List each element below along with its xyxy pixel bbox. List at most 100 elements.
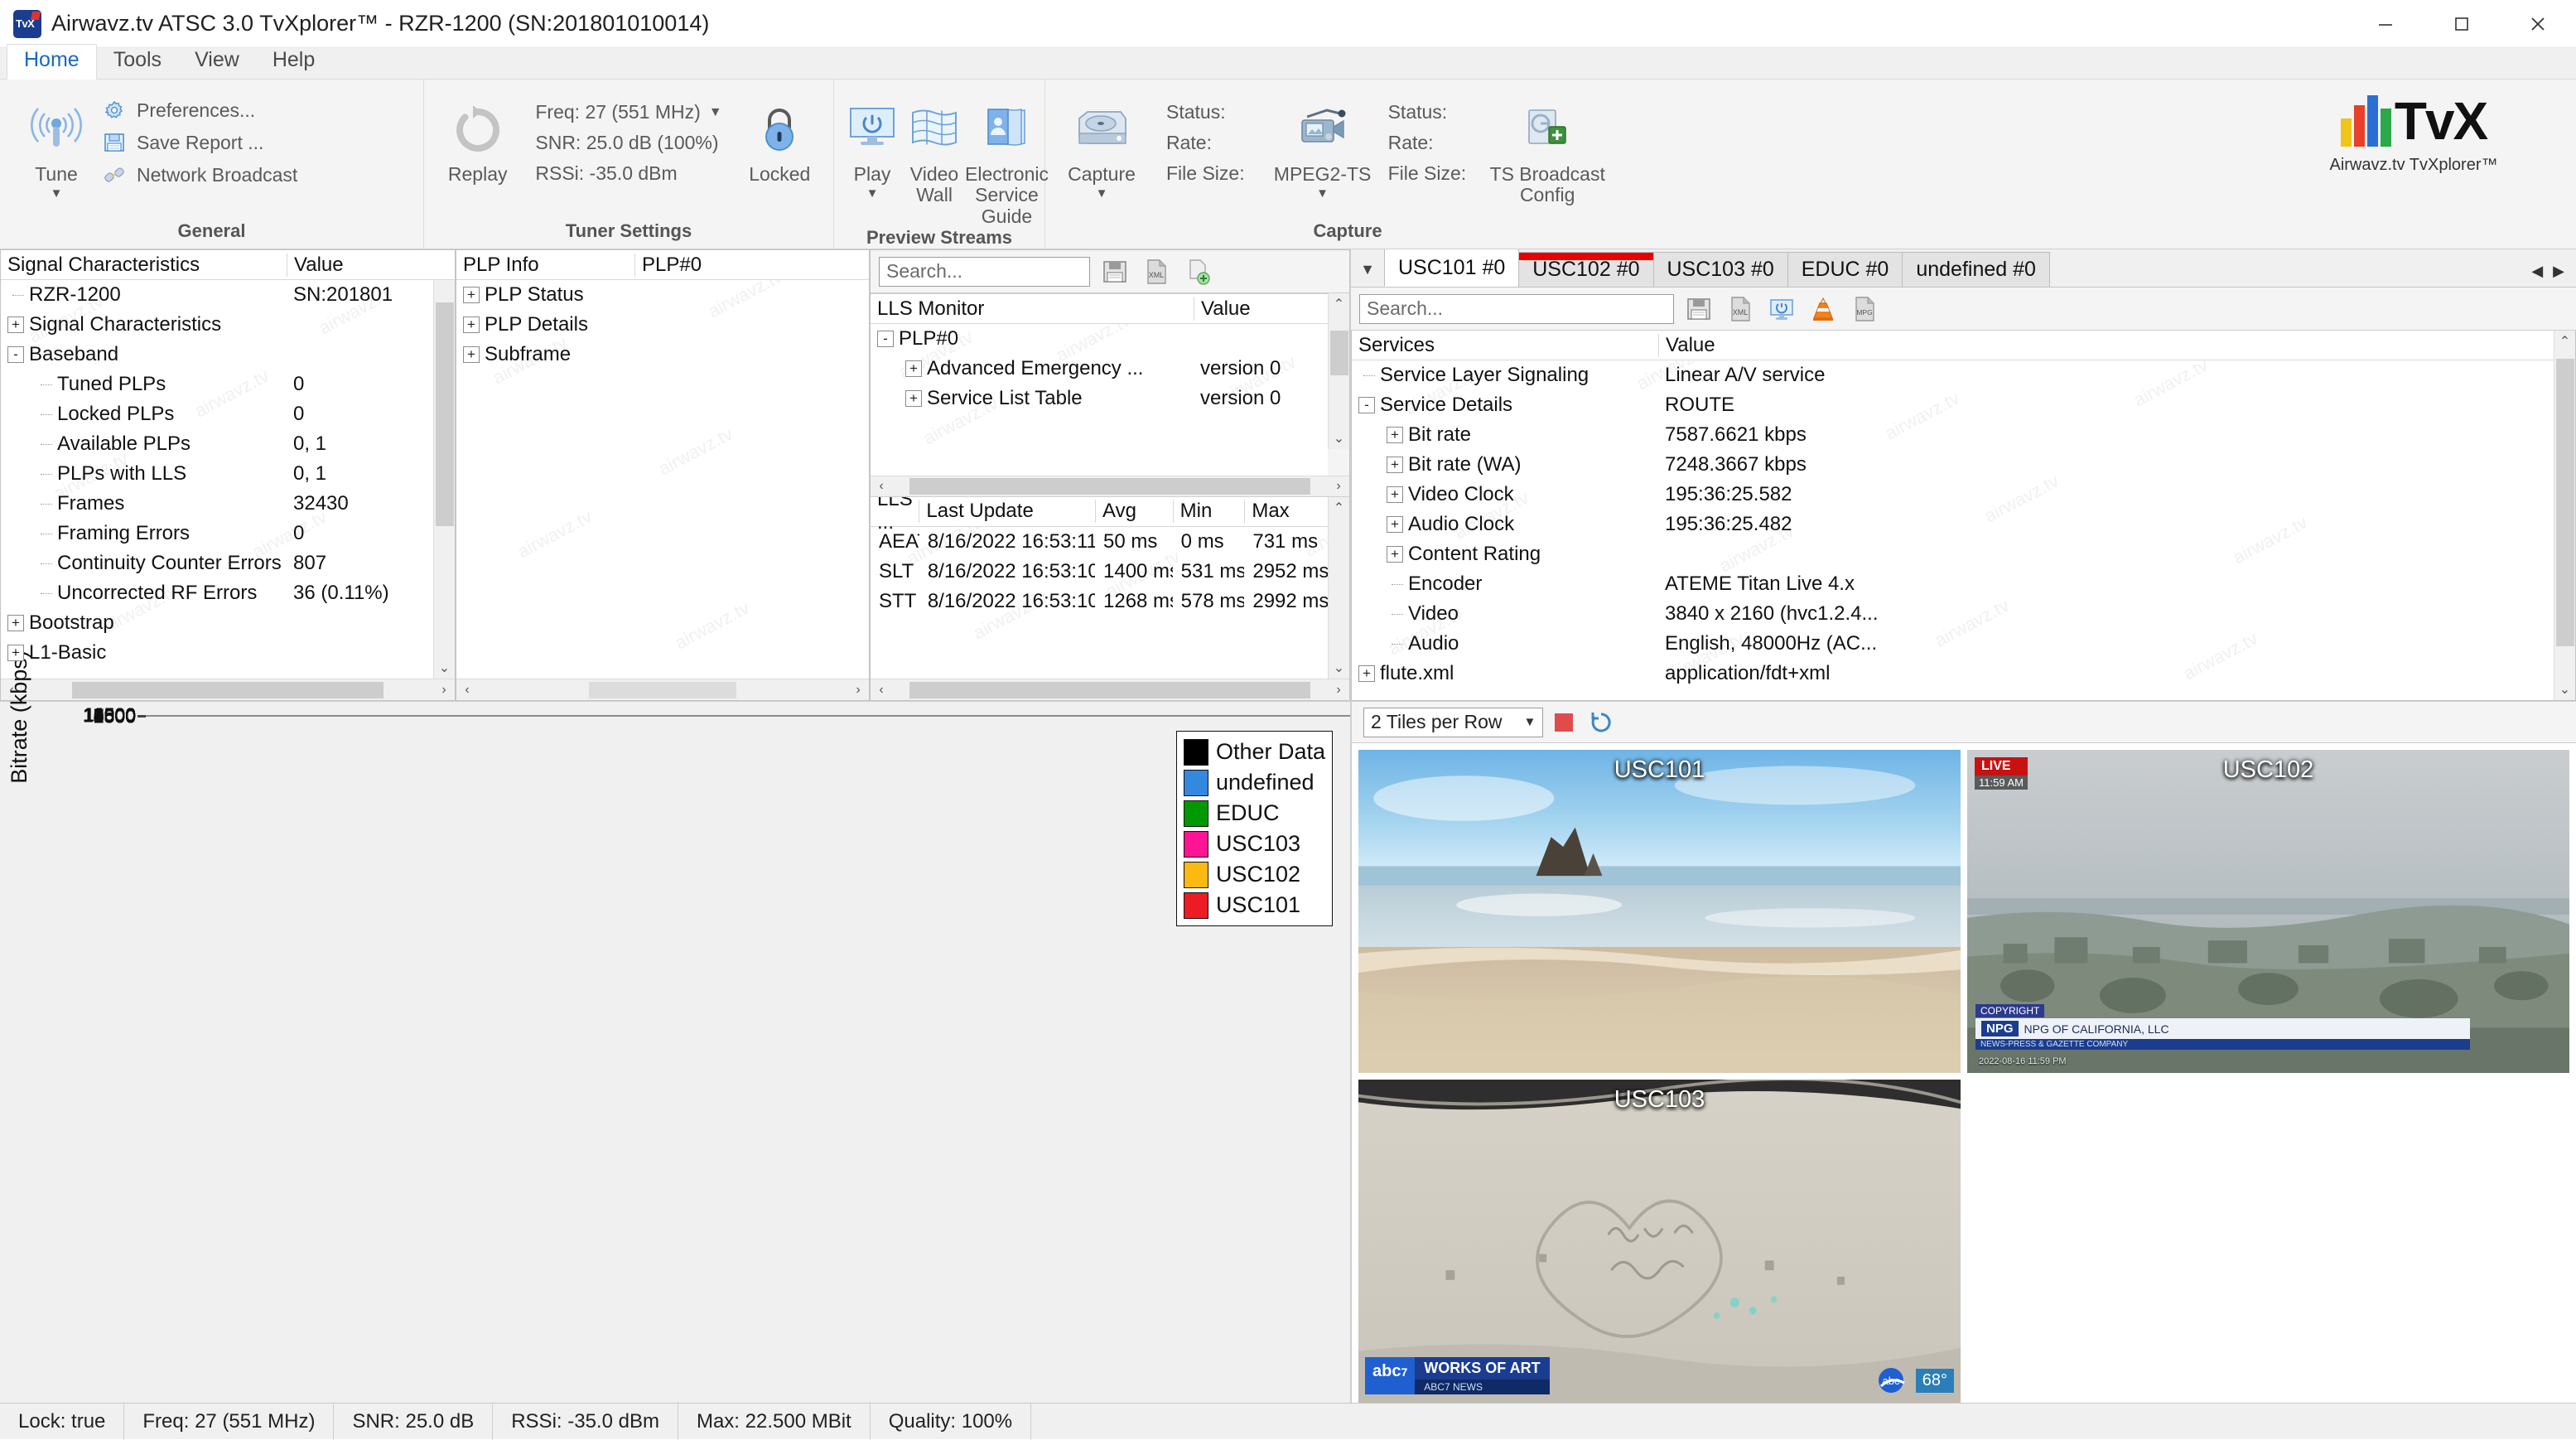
- lls-tree[interactable]: LLS Monitor Value - PLP#0 + Advanced Emerge…: [871, 294, 1328, 443]
- tree-row[interactable]: - Service Details ROUTE: [1352, 390, 2554, 420]
- network-broadcast-button[interactable]: Network Broadcast: [102, 162, 297, 187]
- tree-row[interactable]: Encoder ATEME Titan Live 4.x: [1352, 569, 2554, 599]
- lls-table-col-header[interactable]: Min: [1172, 500, 1245, 523]
- record-indicator[interactable]: [1555, 713, 1574, 732]
- lls-table-body[interactable]: AEAT 8/16/2022 16:53:11 50 ms 0 ms 731 ms SLT…: [871, 527, 1328, 616]
- lls-vscrollbar[interactable]: ⌃ ⌄: [1328, 293, 1349, 449]
- expand-icon[interactable]: +: [7, 615, 24, 631]
- scroll-up-icon[interactable]: ⌃: [2554, 331, 2576, 352]
- freq-readout[interactable]: Freq: 27 (551 MHz) ▼: [535, 101, 721, 123]
- lls-search-input[interactable]: Search...: [879, 256, 1090, 287]
- expand-icon[interactable]: +: [1358, 665, 1375, 682]
- save-report-button[interactable]: Save Report ...: [102, 130, 297, 155]
- replay-button[interactable]: Replay: [436, 88, 519, 185]
- scroll-down-icon[interactable]: ⌄: [1329, 428, 1350, 449]
- capture-caret-icon[interactable]: ▼: [1096, 186, 1108, 201]
- tree-row[interactable]: Service Layer Signaling Linear A/V servic…: [1352, 360, 2554, 390]
- expand-icon[interactable]: +: [1387, 546, 1403, 563]
- tiles-per-row-select[interactable]: 2 Tiles per Row ▼: [1363, 707, 1544, 737]
- signal-tree[interactable]: Signal Characteristics Value RZR-1200 SN:…: [1, 250, 455, 679]
- video-tile-usc103[interactable]: abc7 WORKS OF ART ABC7 NEWS abc 68° USC1…: [1358, 1080, 1961, 1403]
- expand-icon[interactable]: +: [1387, 516, 1403, 533]
- lls-table-hscrollbar[interactable]: ‹ ›: [871, 679, 1349, 700]
- menu-item-view[interactable]: View: [178, 45, 256, 79]
- expand-icon[interactable]: +: [7, 317, 24, 333]
- plp-tree-body[interactable]: + PLP Status + PLP Details + Subframe: [456, 280, 869, 370]
- save-icon[interactable]: [1098, 255, 1131, 288]
- tree-row[interactable]: Uncorrected RF Errors 36 (0.11%): [1, 578, 455, 608]
- tree-row[interactable]: PLPs with LLS 0, 1: [1, 459, 455, 489]
- expand-icon[interactable]: +: [1387, 427, 1403, 443]
- tree-row[interactable]: Tuned PLPs 0: [1, 370, 455, 399]
- save-icon[interactable]: [1682, 292, 1715, 326]
- tree-row[interactable]: - PLP#0: [871, 324, 1328, 354]
- expand-icon[interactable]: +: [905, 390, 922, 407]
- collapse-icon[interactable]: -: [1358, 397, 1375, 413]
- service-search-input[interactable]: Search...: [1359, 293, 1674, 324]
- tune-button[interactable]: Tune ▼: [12, 88, 101, 201]
- video-tile-usc102[interactable]: LIVE 11:59 AM COPYRIGHT NPG NPG OF CALIF…: [1967, 750, 2569, 1073]
- chart-legend-item[interactable]: EDUC: [1183, 798, 1325, 829]
- resize-grip[interactable]: [2551, 1409, 2576, 1434]
- tree-row[interactable]: + Bootstrap: [1, 608, 455, 638]
- menu-item-home[interactable]: Home: [7, 44, 97, 80]
- scroll-right-icon[interactable]: ›: [1328, 479, 1349, 494]
- tree-row[interactable]: + Bit rate (WA) 7248.3667 kbps: [1352, 450, 2554, 480]
- expand-icon[interactable]: +: [1387, 457, 1403, 473]
- tree-row[interactable]: + Bit rate 7587.6621 kbps: [1352, 420, 2554, 450]
- video-wall-button[interactable]: Video Wall: [909, 88, 960, 206]
- tree-row[interactable]: Available PLPs 0, 1: [1, 429, 455, 459]
- tab-usc103[interactable]: USC103 #0: [1652, 252, 1788, 287]
- lls-table-col-header[interactable]: Avg: [1095, 500, 1173, 523]
- xml-icon[interactable]: XML: [1724, 292, 1757, 326]
- menu-item-help[interactable]: Help: [256, 45, 331, 79]
- expand-icon[interactable]: +: [463, 317, 480, 333]
- signal-tree-body[interactable]: RZR-1200 SN:201801 + Signal Characteristics…: [1, 280, 455, 668]
- lls-table-vscrollbar[interactable]: ⌃ ⌄: [1328, 496, 1349, 679]
- tree-row[interactable]: Video 3840 x 2160 (hvc1.2.4...: [1352, 599, 2554, 629]
- expand-icon[interactable]: +: [463, 346, 480, 363]
- tree-row[interactable]: Locked PLPs 0: [1, 399, 455, 429]
- expand-icon[interactable]: +: [463, 287, 480, 303]
- maximize-button[interactable]: [2424, 0, 2500, 48]
- scroll-right-icon[interactable]: ›: [433, 683, 455, 698]
- expand-icon[interactable]: +: [7, 645, 24, 661]
- scroll-up-icon[interactable]: ⌃: [1329, 293, 1350, 315]
- scroll-right-icon[interactable]: ›: [847, 683, 869, 698]
- tree-row[interactable]: Framing Errors 0: [1, 519, 455, 548]
- scroll-left-icon[interactable]: ‹: [456, 683, 478, 698]
- tree-row[interactable]: + Audio Clock 195:36:25.482: [1352, 510, 2554, 539]
- play-caret-icon[interactable]: ▼: [866, 186, 879, 201]
- mpeg2ts-button[interactable]: MPEG2-TS ▼: [1269, 88, 1377, 201]
- lls-table-row[interactable]: STT 8/16/2022 16:53:10 1268 ms 578 ms 2992 m…: [871, 587, 1328, 616]
- scroll-down-icon[interactable]: ⌄: [2554, 679, 2576, 700]
- tree-row[interactable]: + PLP Details: [456, 310, 869, 340]
- tree-row[interactable]: + L1-Basic: [1, 638, 455, 668]
- chart-legend-item[interactable]: undefined: [1183, 767, 1325, 798]
- tree-row[interactable]: + Advanced Emergency ... version 0: [871, 354, 1328, 384]
- expand-icon[interactable]: +: [905, 360, 922, 377]
- video-tile-empty[interactable]: [1967, 1080, 2569, 1403]
- service-vscrollbar[interactable]: ⌃ ⌄: [2554, 331, 2575, 700]
- tune-caret-icon[interactable]: ▼: [51, 186, 63, 201]
- lls-table-col-header[interactable]: LLS ...: [871, 497, 919, 535]
- menu-item-tools[interactable]: Tools: [97, 45, 178, 79]
- tree-row[interactable]: RZR-1200 SN:201801: [1, 280, 455, 310]
- signal-hscrollbar[interactable]: ‹ ›: [1, 679, 455, 700]
- lls-table-row[interactable]: SLT 8/16/2022 16:53:10 1400 ms 531 ms 2952 m…: [871, 557, 1328, 587]
- tree-row[interactable]: + Content Rating: [1352, 539, 2554, 569]
- collapse-icon[interactable]: -: [7, 346, 24, 363]
- tab-prev-icon[interactable]: ◀: [2531, 263, 2543, 280]
- scroll-left-icon[interactable]: ‹: [871, 683, 892, 698]
- plp-tree[interactable]: PLP Info PLP#0 + PLP Status + PLP Details + S…: [456, 250, 869, 679]
- mpg-icon[interactable]: MPG: [1848, 292, 1881, 326]
- locked-button[interactable]: Locked: [738, 88, 822, 185]
- refresh-icon[interactable]: [1585, 706, 1618, 739]
- new-doc-icon[interactable]: [1181, 255, 1214, 288]
- chart-legend-item[interactable]: USC101: [1183, 890, 1325, 921]
- chart-legend-item[interactable]: USC103: [1183, 829, 1325, 859]
- plp-hscrollbar[interactable]: ‹ ›: [456, 679, 869, 700]
- mpeg2ts-caret-icon[interactable]: ▼: [1316, 186, 1329, 201]
- video-tile-usc101[interactable]: USC101: [1358, 750, 1961, 1073]
- tree-row[interactable]: + Video Clock 195:36:25.582: [1352, 480, 2554, 510]
